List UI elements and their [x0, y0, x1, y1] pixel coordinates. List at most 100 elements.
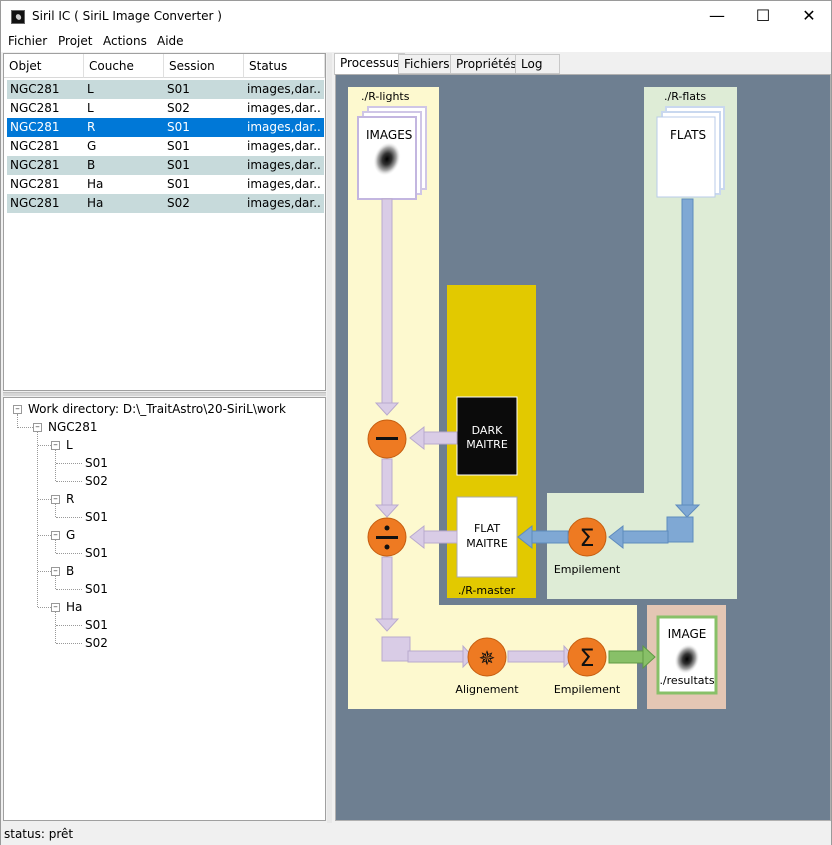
arrow-flats-corner	[666, 516, 694, 543]
tree-line	[55, 450, 56, 481]
arrow-divide-down	[381, 556, 393, 620]
collapse-icon[interactable]: –	[51, 441, 60, 450]
lights-folder-label: ./R-lights	[361, 90, 410, 103]
collapse-icon[interactable]: –	[13, 405, 22, 414]
arrow-dark-to-subtract	[423, 431, 458, 445]
arrow-corner	[381, 636, 411, 662]
tree-layer-node[interactable]: Ha	[66, 599, 82, 615]
dark-master-line2: MAITRE	[466, 438, 508, 451]
vertical-splitter[interactable]	[327, 53, 332, 823]
arrow-flat-to-divide	[423, 530, 458, 544]
tree-session-node[interactable]: S02	[85, 635, 108, 651]
arrow-to-result	[608, 650, 645, 664]
empilement-flats-label: Empilement	[554, 563, 621, 576]
alignement-label: Alignement	[455, 683, 519, 696]
table-row[interactable]: NGC281 L S02 images,dar...	[7, 99, 324, 118]
table-row[interactable]: NGC281 Ha S01 images,dar...	[7, 175, 324, 194]
divide-dot-bottom	[384, 544, 390, 550]
gear-glyph: ✵	[479, 646, 496, 670]
table-row[interactable]: NGC281 R S01 images,dar...	[6, 117, 325, 138]
arrow-flats-down	[681, 198, 694, 510]
menu-bar: Fichier Projet Actions Aide	[1, 32, 831, 52]
tree-session-node[interactable]: S01	[85, 455, 108, 471]
collapse-icon[interactable]: –	[33, 423, 42, 432]
collapse-icon[interactable]: –	[51, 603, 60, 612]
table-cell: images,dar...	[247, 196, 322, 210]
table-cell: G	[87, 139, 97, 153]
table-row[interactable]: NGC281 B S01 images,dar...	[7, 156, 324, 175]
tree-root[interactable]: Work directory: D:\_TraitAstro\20-SiriL\…	[28, 401, 286, 417]
tree-session-node[interactable]: S01	[85, 509, 108, 525]
collapse-icon[interactable]: –	[51, 567, 60, 576]
table-cell: S01	[167, 158, 190, 172]
table-cell: NGC281	[10, 158, 60, 172]
menu-actions[interactable]: Actions	[103, 34, 147, 48]
arrow-subtract-to-divide	[381, 458, 393, 506]
tree-layer-node[interactable]: G	[66, 527, 75, 543]
sigma-glyph: Σ	[579, 644, 594, 672]
tree-line	[56, 625, 82, 626]
arrow-sum-to-flatmaster	[531, 530, 569, 544]
column-header-session[interactable]: Session	[164, 54, 244, 78]
menu-projet[interactable]: Projet	[58, 34, 92, 48]
column-header-objet[interactable]: Objet	[4, 54, 84, 78]
title-bar: Siril IC ( SiriL Image Converter ) — ☐ ✕	[1, 1, 831, 32]
sessions-table: Objet Couche Session Status NGC281 L S01 im…	[3, 53, 326, 391]
tree-session-node[interactable]: S01	[85, 545, 108, 561]
table-cell: Ha	[87, 177, 104, 191]
table-cell: images,dar...	[247, 139, 322, 153]
tree-line	[55, 576, 56, 589]
tree-line	[38, 535, 51, 536]
menu-aide[interactable]: Aide	[157, 34, 184, 48]
siril-app-icon	[11, 10, 25, 24]
table-cell: S02	[167, 101, 190, 115]
table-row[interactable]: NGC281 Ha S02 images,dar...	[7, 194, 324, 213]
tree-session-node[interactable]: S01	[85, 617, 108, 633]
tree-layer-node[interactable]: L	[66, 437, 73, 453]
table-row[interactable]: NGC281 G S01 images,dar...	[7, 137, 324, 156]
status-bar: status: prêt	[1, 826, 831, 845]
master-folder-label: ./R-master	[458, 584, 516, 597]
tree-line	[38, 499, 51, 500]
tab-log[interactable]: Log	[515, 54, 560, 74]
divide-dot-top	[384, 525, 390, 531]
process-diagram: ./R-lights ./R-flats ./R-master IMAGES F…	[335, 74, 831, 821]
table-cell: Ha	[87, 196, 104, 210]
collapse-icon[interactable]: –	[51, 531, 60, 540]
column-header-status[interactable]: Status	[244, 54, 325, 78]
table-cell: NGC281	[10, 101, 60, 115]
tab-fichiers[interactable]: Fichiers	[398, 54, 456, 74]
tree-line	[17, 414, 18, 428]
tree-line	[56, 481, 82, 482]
app-window: Siril IC ( SiriL Image Converter ) — ☐ ✕…	[0, 0, 832, 845]
close-button[interactable]: ✕	[786, 1, 832, 32]
divide-symbol	[376, 536, 398, 539]
tree-session-node[interactable]: S02	[85, 473, 108, 489]
work-directory-tree: – Work directory: D:\_TraitAstro\20-Siri…	[3, 397, 326, 821]
table-cell: NGC281	[10, 120, 60, 134]
maximize-button[interactable]: ☐	[740, 1, 786, 32]
table-cell: S01	[167, 139, 190, 153]
tree-line	[38, 445, 51, 446]
collapse-icon[interactable]: –	[51, 495, 60, 504]
tree-layer-node[interactable]: B	[66, 563, 74, 579]
table-cell: NGC281	[10, 196, 60, 210]
table-row[interactable]: NGC281 L S01 images,dar...	[7, 80, 324, 99]
tree-line	[56, 463, 82, 464]
column-header-couche[interactable]: Couche	[84, 54, 164, 78]
tab-processus[interactable]: Processus	[334, 53, 406, 75]
minimize-button[interactable]: —	[694, 1, 740, 32]
table-cell: images,dar...	[247, 82, 322, 96]
tree-object[interactable]: NGC281	[48, 419, 98, 435]
flat-master-line1: FLAT	[474, 522, 500, 535]
menu-fichier[interactable]: Fichier	[8, 34, 47, 48]
tree-session-node[interactable]: S01	[85, 581, 108, 597]
arrow-align-to-stack	[507, 650, 565, 663]
table-cell: B	[87, 158, 96, 172]
table-cell: images,dar...	[247, 101, 322, 115]
flats-card-label: FLATS	[670, 128, 706, 142]
tab-proprietes[interactable]: Propriétés	[450, 54, 523, 74]
horizontal-splitter[interactable]	[3, 392, 326, 396]
tree-layer-node[interactable]: R	[66, 491, 74, 507]
tree-line	[55, 612, 56, 643]
